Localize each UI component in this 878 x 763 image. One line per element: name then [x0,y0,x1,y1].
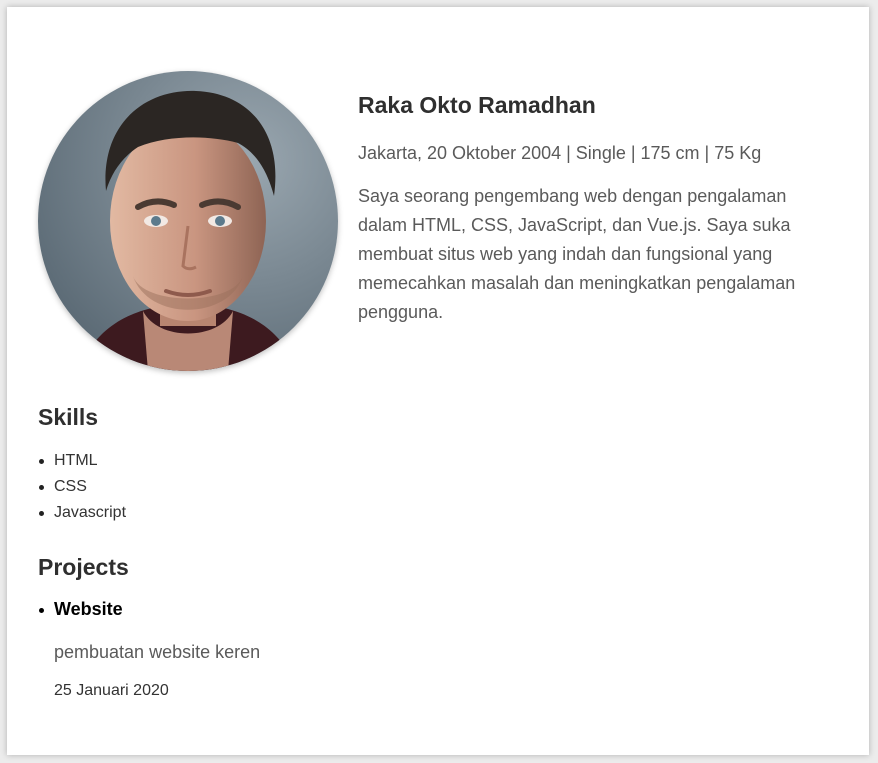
profile-photo [38,71,338,371]
profile-name: Raka Okto Ramadhan [358,92,596,118]
project-description: pembuatan website keren [54,642,261,662]
profile-meta: Jakarta, 20 Oktober 2004 | Single | 175 … [358,143,762,163]
skill-item: HTML [38,448,126,474]
project-name: Website [38,597,438,621]
profile-info: Raka Okto Ramadhan Jakarta, 20 Oktober 2… [358,90,828,327]
skill-item: Javascript [38,500,126,526]
profile-photo-image [38,71,338,371]
profile-bio: Saya seorang pengembang web dengan penga… [358,186,796,322]
skills-list: HTML CSS Javascript [38,448,126,526]
skills-title: Skills [38,404,99,430]
skill-item: CSS [38,474,126,500]
project-date: 25 Januari 2020 [54,682,169,699]
projects-title: Projects [38,554,129,580]
profile-card: Raka Okto Ramadhan Jakarta, 20 Oktober 2… [7,7,869,755]
project-item: Website pembuatan website keren 25 Janua… [38,597,438,701]
